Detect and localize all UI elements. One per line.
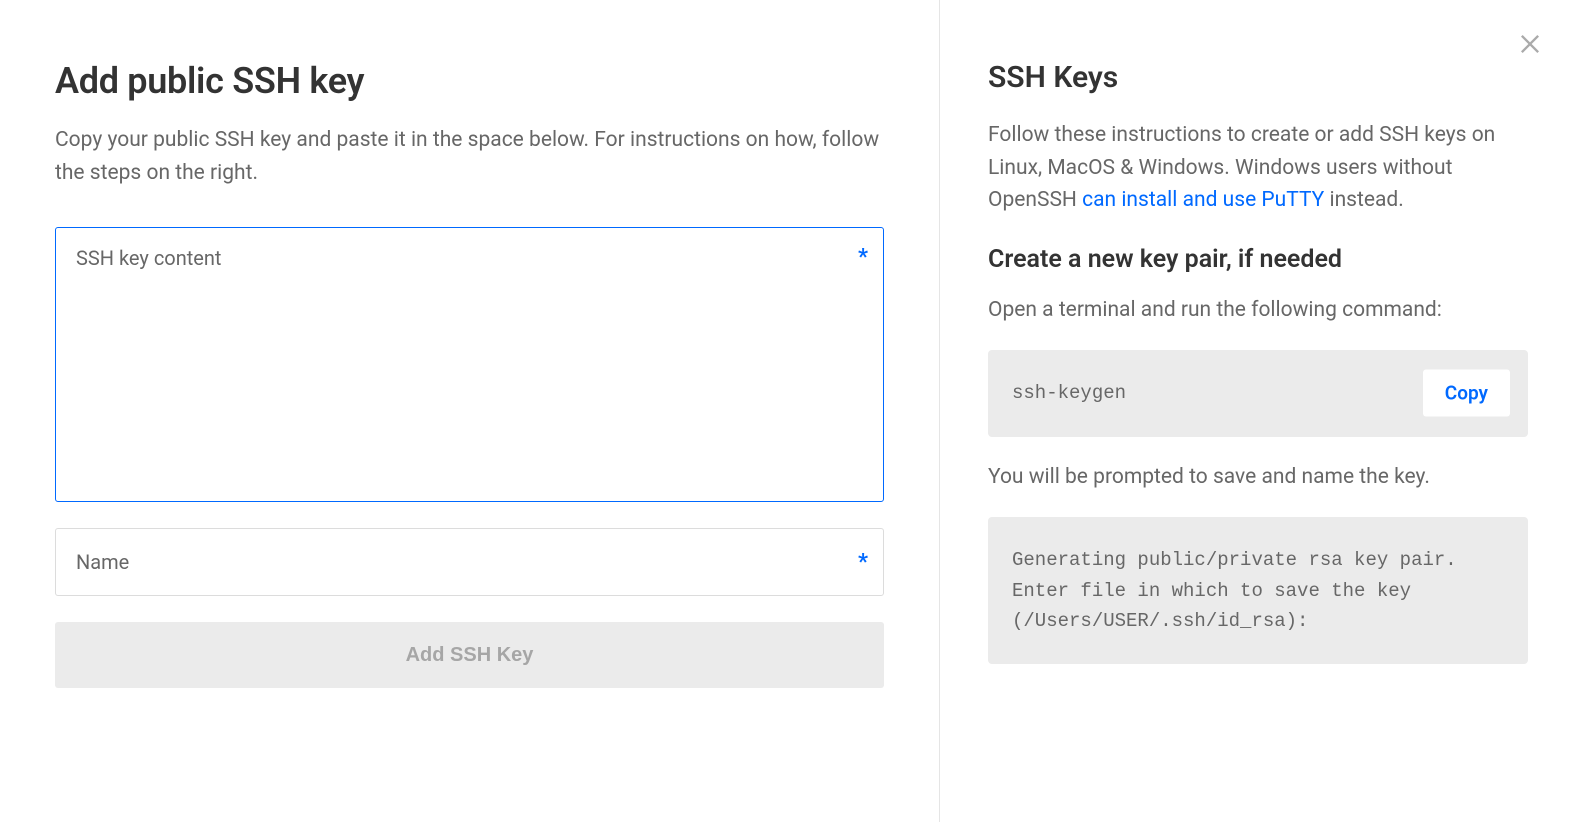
name-input[interactable]: [55, 528, 884, 596]
copy-button[interactable]: Copy: [1423, 370, 1510, 417]
code-block-ssh-keygen: ssh-keygen Copy: [988, 350, 1528, 436]
section-prompt-desc: You will be prompted to save and name th…: [988, 461, 1528, 494]
ssh-content-textarea[interactable]: [55, 227, 884, 502]
help-title: SSH Keys: [988, 60, 1528, 95]
name-field-wrap: *: [55, 528, 884, 596]
help-panel[interactable]: SSH Keys Follow these instructions to cr…: [940, 0, 1576, 822]
code-text: Generating public/private rsa key pair. …: [1012, 549, 1468, 632]
code-text: ssh-keygen: [1012, 382, 1126, 404]
code-block-output: Generating public/private rsa key pair. …: [988, 517, 1528, 664]
close-icon: [1516, 30, 1544, 58]
form-panel: Add public SSH key Copy your public SSH …: [0, 0, 940, 822]
close-button[interactable]: [1516, 30, 1544, 58]
section-create-keypair-desc: Open a terminal and run the following co…: [988, 294, 1528, 327]
putty-link[interactable]: can install and use PuTTY: [1082, 188, 1324, 212]
section-create-keypair-heading: Create a new key pair, if needed: [988, 245, 1528, 274]
help-intro-text-2: instead.: [1324, 188, 1404, 212]
page-title: Add public SSH key: [55, 60, 884, 102]
ssh-content-field-wrap: *: [55, 227, 884, 506]
page-description: Copy your public SSH key and paste it in…: [55, 124, 884, 189]
add-ssh-key-button[interactable]: Add SSH Key: [55, 622, 884, 688]
help-intro: Follow these instructions to create or a…: [988, 119, 1528, 217]
